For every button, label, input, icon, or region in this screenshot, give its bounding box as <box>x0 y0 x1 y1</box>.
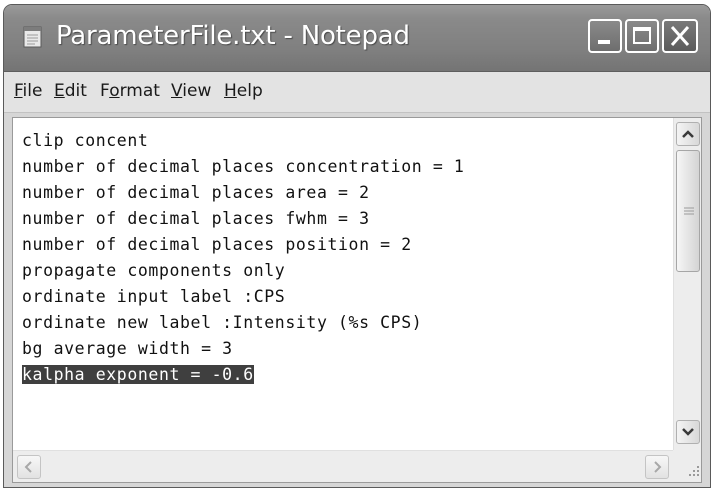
menu-format[interactable]: Format <box>100 81 160 101</box>
text-editor[interactable]: clip concent number of decimal places co… <box>12 117 702 483</box>
text-line: clip concent <box>22 131 149 150</box>
text-line: number of decimal places position = 2 <box>22 235 412 254</box>
resize-grip[interactable] <box>673 450 701 482</box>
scroll-right-button[interactable] <box>645 455 669 479</box>
text-line: number of decimal places area = 2 <box>22 183 370 202</box>
vertical-scroll-thumb[interactable] <box>676 150 700 272</box>
menu-file[interactable]: File <box>14 81 42 101</box>
menu-help-label: elp <box>236 81 263 101</box>
selection-highlight: kalpha exponent = -0.6 <box>22 365 254 384</box>
menu-format-pre: F <box>100 81 110 101</box>
text-content[interactable]: clip concent number of decimal places co… <box>22 128 662 448</box>
text-line: ordinate new label :Intensity (%s CPS) <box>22 313 423 332</box>
minimize-icon <box>598 40 610 44</box>
chevron-down-icon <box>682 428 694 436</box>
close-button[interactable] <box>662 19 698 53</box>
menu-edit-accel: E <box>54 81 65 101</box>
text-line: propagate components only <box>22 261 286 280</box>
text-line: bg average width = 3 <box>22 339 233 358</box>
chevron-up-icon <box>682 130 694 138</box>
notepad-window: ParameterFile.txt - Notepad File Edit Fo… <box>3 4 711 488</box>
menu-help-accel: H <box>224 81 237 101</box>
title-bar[interactable]: ParameterFile.txt - Notepad <box>4 5 710 72</box>
menu-format-accel: o <box>109 81 120 101</box>
menu-file-label: ile <box>22 81 43 101</box>
scroll-up-button[interactable] <box>676 122 700 146</box>
grip-icon <box>684 207 694 215</box>
notepad-icon[interactable] <box>22 25 44 49</box>
menu-edit[interactable]: Edit <box>54 81 87 101</box>
menu-view-label: iew <box>182 81 212 101</box>
menu-view[interactable]: View <box>171 81 211 101</box>
menu-format-label: rmat <box>119 81 160 101</box>
chevron-left-icon <box>24 461 32 473</box>
menu-edit-label: dit <box>64 81 87 101</box>
window-title: ParameterFile.txt - Notepad <box>56 21 410 51</box>
vertical-scrollbar[interactable] <box>673 118 701 450</box>
menu-file-accel: F <box>14 81 23 101</box>
chevron-right-icon <box>654 461 662 473</box>
menu-bar: File Edit Format View Help <box>4 72 710 113</box>
maximize-button[interactable] <box>625 19 659 53</box>
selected-text-line: kalpha exponent = -0.6 <box>22 362 662 388</box>
horizontal-scrollbar[interactable] <box>13 450 673 482</box>
text-line: ordinate input label :CPS <box>22 287 286 306</box>
maximize-icon <box>633 27 651 44</box>
text-line: number of decimal places concentration =… <box>22 157 465 176</box>
minimize-button[interactable] <box>588 19 622 53</box>
resize-grip-icon <box>689 466 699 476</box>
menu-help[interactable]: Help <box>224 81 263 101</box>
scroll-left-button[interactable] <box>17 455 41 479</box>
menu-view-accel: V <box>171 81 183 101</box>
text-line: number of decimal places fwhm = 3 <box>22 209 370 228</box>
close-icon <box>670 26 690 46</box>
scroll-down-button[interactable] <box>676 420 700 444</box>
